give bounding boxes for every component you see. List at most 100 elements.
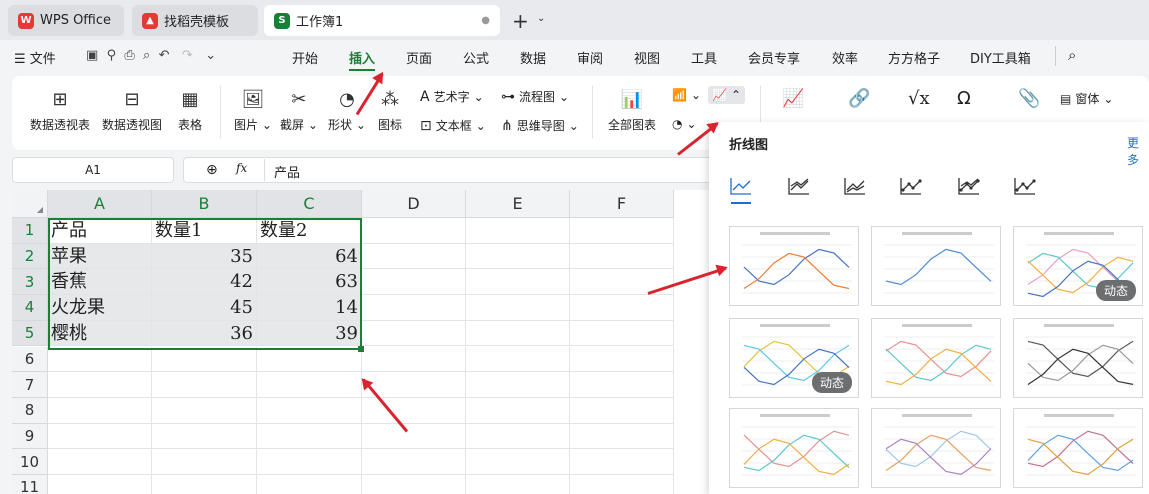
fill-handle[interactable] <box>358 346 364 352</box>
cell-d11[interactable] <box>362 475 466 494</box>
cell-c5[interactable]: 39 <box>257 320 362 347</box>
chart-template-thumbnail[interactable] <box>871 408 1001 488</box>
attachment-icon[interactable]: 📎 <box>1018 88 1040 109</box>
cell-a2[interactable]: 苹果 <box>48 243 152 270</box>
cell-b6[interactable] <box>152 346 257 373</box>
row-header-6[interactable]: 6 <box>12 346 48 373</box>
art-text-button[interactable]: A 艺术字 ⌄ <box>420 88 484 105</box>
menu-start[interactable]: 开始 <box>292 48 318 67</box>
print-preview-icon[interactable]: ⌕ <box>143 48 150 63</box>
search-icon[interactable]: ⌕ <box>1068 46 1076 64</box>
line-subtype-2-icon[interactable] <box>787 176 811 196</box>
cell-d8[interactable] <box>362 397 466 424</box>
row-header-1[interactable]: 1 <box>12 218 48 244</box>
zoom-icon[interactable]: ⊕ <box>206 162 218 178</box>
cell-e6[interactable] <box>466 346 570 373</box>
cell-f9[interactable] <box>570 423 674 450</box>
tab-docer-templates[interactable]: ▲ 找稻壳模板 <box>132 5 258 36</box>
cell-d5[interactable] <box>362 320 466 347</box>
more-chevron-icon[interactable]: ⌄ <box>205 48 216 63</box>
cell-f6[interactable] <box>570 346 674 373</box>
cell-e4[interactable] <box>466 295 570 321</box>
cell-e2[interactable] <box>466 243 570 270</box>
cell-e7[interactable] <box>466 372 570 398</box>
cell-a6[interactable] <box>48 346 152 373</box>
save-icon[interactable]: ▣ <box>86 48 98 63</box>
menu-diy-toolbox[interactable]: DIY工具箱 <box>970 48 1031 67</box>
all-charts-button[interactable]: 📊 全部图表 <box>608 86 656 133</box>
chart-template-thumbnail[interactable]: 动态 <box>729 318 859 398</box>
chevron-down-icon[interactable]: ⌄ <box>537 13 545 24</box>
cell-a5[interactable]: 樱桃 <box>48 320 152 347</box>
row-header-10[interactable]: 10 <box>12 449 48 475</box>
line-subtype-1-icon[interactable] <box>729 176 753 196</box>
menu-efficiency[interactable]: 效率 <box>832 48 858 67</box>
new-tab-plus-icon[interactable]: + <box>512 9 529 33</box>
row-header-4[interactable]: 4 <box>12 295 48 321</box>
menu-review[interactable]: 审阅 <box>577 48 603 67</box>
chart-template-thumbnail[interactable] <box>729 408 859 488</box>
screenshot-button[interactable]: ✂ 截屏 ⌄ <box>280 86 318 133</box>
cell-f7[interactable] <box>570 372 674 398</box>
cell-b9[interactable] <box>152 423 257 450</box>
menu-fangfang[interactable]: 方方格子 <box>888 48 940 67</box>
column-header-d[interactable]: D <box>362 190 466 218</box>
cell-f4[interactable] <box>570 295 674 321</box>
formula-input[interactable]: 产品 <box>274 162 300 181</box>
cell-c7[interactable] <box>257 372 362 398</box>
cell-d2[interactable] <box>362 243 466 270</box>
cloud-icon[interactable]: ⚲ <box>107 48 117 63</box>
cell-e3[interactable] <box>466 269 570 296</box>
cell-d3[interactable] <box>362 269 466 296</box>
column-header-e[interactable]: E <box>466 190 570 218</box>
cell-e1[interactable] <box>466 218 570 244</box>
cell-d6[interactable] <box>362 346 466 373</box>
cell-d1[interactable] <box>362 218 466 244</box>
pie-chart-button[interactable]: ◔ ⌄ <box>672 117 697 131</box>
menu-insert[interactable]: 插入 <box>349 48 375 67</box>
pivot-table-button[interactable]: ⊞ 数据透视表 <box>30 86 90 133</box>
cell-c11[interactable] <box>257 475 362 494</box>
row-header-2[interactable]: 2 <box>12 243 48 270</box>
row-header-9[interactable]: 9 <box>12 423 48 450</box>
column-header-c[interactable]: C <box>257 190 362 218</box>
chart-template-thumbnail[interactable] <box>871 226 1001 306</box>
cell-b4[interactable]: 45 <box>152 295 257 321</box>
cell-e8[interactable] <box>466 397 570 424</box>
cell-b2[interactable]: 35 <box>152 243 257 270</box>
equation-icon[interactable]: √x <box>908 88 930 109</box>
chart-template-thumbnail[interactable] <box>1013 408 1143 488</box>
cell-c3[interactable]: 63 <box>257 269 362 296</box>
cell-f5[interactable] <box>570 320 674 347</box>
cell-d4[interactable] <box>362 295 466 321</box>
line-subtype-5-icon[interactable] <box>957 176 981 196</box>
mindmap-button[interactable]: ⋔ 思维导图 ⌄ <box>501 117 579 134</box>
row-header-7[interactable]: 7 <box>12 372 48 398</box>
cell-c2[interactable]: 64 <box>257 243 362 270</box>
row-header-8[interactable]: 8 <box>12 397 48 424</box>
cell-b5[interactable]: 36 <box>152 320 257 347</box>
file-menu[interactable]: ☰ 文件 <box>14 48 56 67</box>
cell-f11[interactable] <box>570 475 674 494</box>
column-header-f[interactable]: F <box>570 190 674 218</box>
function-icon[interactable]: fx <box>236 161 247 175</box>
name-box[interactable]: A1 <box>12 157 174 183</box>
cell-f1[interactable] <box>570 218 674 244</box>
column-header-b[interactable]: B <box>152 190 257 218</box>
cell-f2[interactable] <box>570 243 674 270</box>
cell-c4[interactable]: 14 <box>257 295 362 321</box>
cell-a8[interactable] <box>48 397 152 424</box>
menu-member[interactable]: 会员专享 <box>748 48 800 67</box>
cell-d10[interactable] <box>362 449 466 475</box>
undo-icon[interactable]: ↶ <box>159 48 170 63</box>
icon-button[interactable]: ⁂ 图标 <box>378 86 402 133</box>
row-header-11[interactable]: 11 <box>12 475 48 494</box>
cell-e9[interactable] <box>466 423 570 450</box>
cell-a11[interactable] <box>48 475 152 494</box>
cell-e10[interactable] <box>466 449 570 475</box>
select-all-corner[interactable]: ◢ <box>12 190 48 218</box>
chart-template-thumbnail[interactable] <box>729 226 859 306</box>
print-icon[interactable]: ⎙ <box>124 48 134 63</box>
cell-b3[interactable]: 42 <box>152 269 257 296</box>
flowchart-button[interactable]: ⊶ 流程图 ⌄ <box>501 88 569 105</box>
